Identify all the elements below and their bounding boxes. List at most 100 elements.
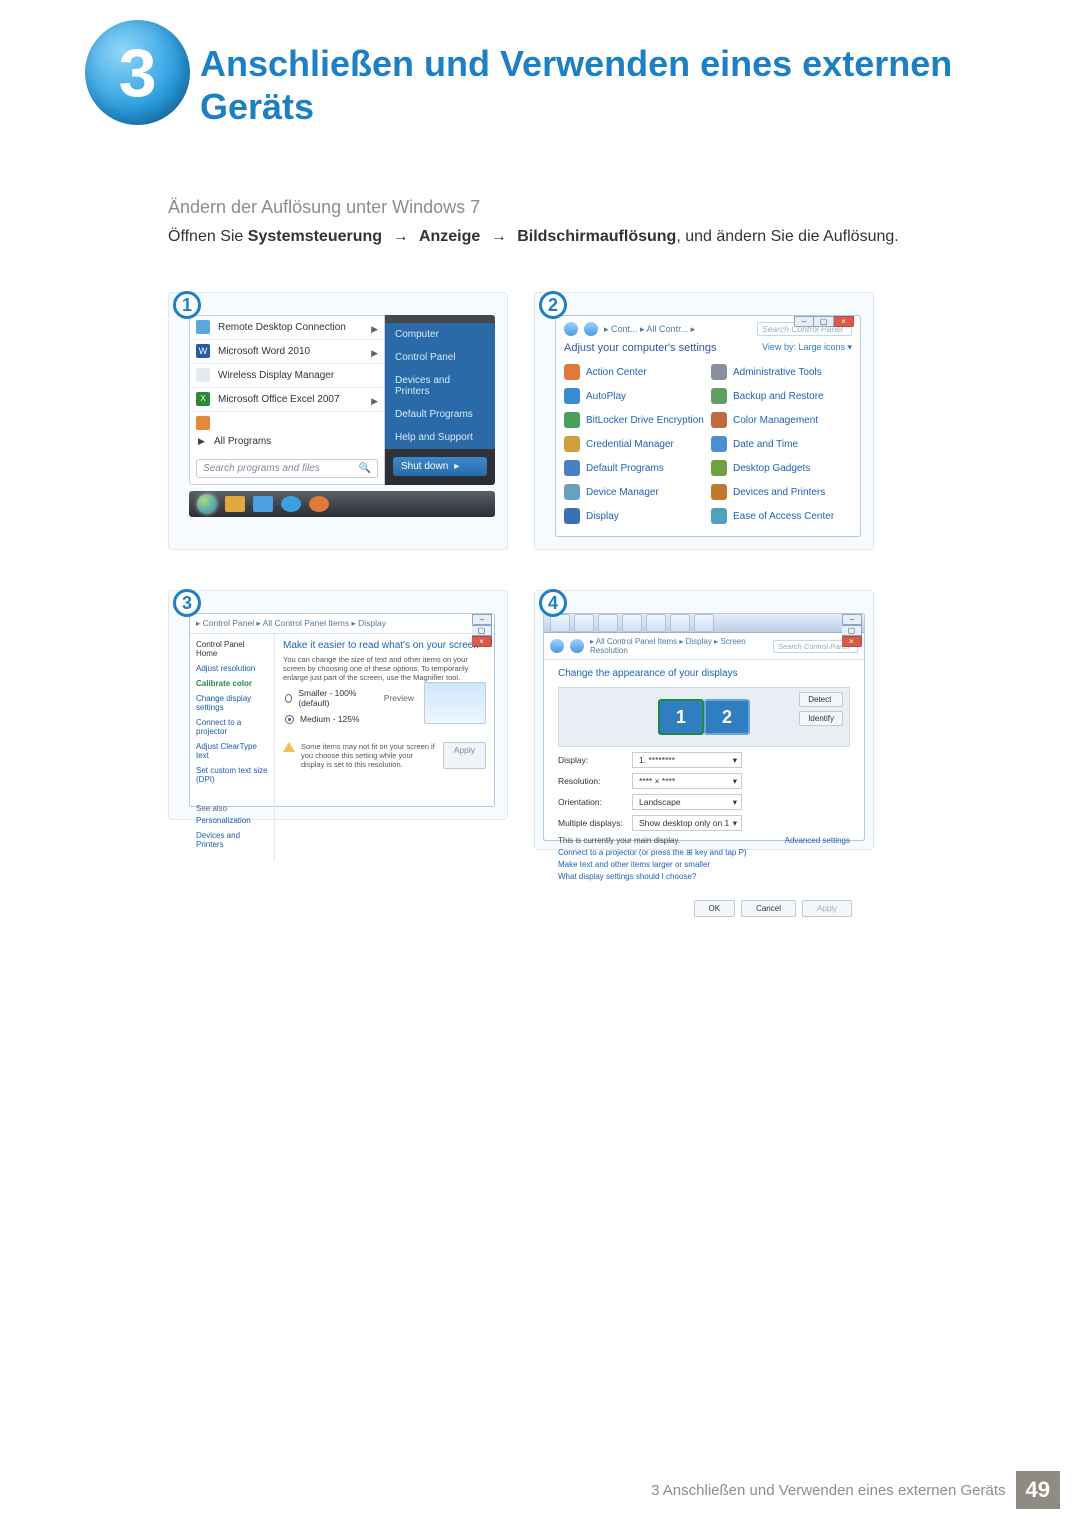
cp-item-label: Ease of Access Center: [733, 511, 834, 522]
cp-item[interactable]: Date and Time: [711, 434, 852, 454]
start-search-input[interactable]: Search programs and files 🔍: [196, 459, 378, 478]
all-programs[interactable]: All Programs: [190, 430, 384, 453]
radio-medium[interactable]: Medium - 125%: [285, 714, 414, 724]
toolbar-button[interactable]: [598, 614, 618, 632]
toolbar-button[interactable]: [646, 614, 666, 632]
apply-button[interactable]: Apply: [443, 742, 486, 769]
cp-home-link[interactable]: Control Panel Home: [196, 640, 268, 658]
advanced-settings-link[interactable]: Advanced settings: [785, 836, 850, 845]
cp-item[interactable]: Color Management: [711, 410, 852, 430]
cp-item[interactable]: AutoPlay: [564, 386, 705, 406]
cp-item[interactable]: Credential Manager: [564, 434, 705, 454]
toolbar-button[interactable]: [622, 614, 642, 632]
taskbar-ie-round-icon[interactable]: [281, 496, 301, 512]
start-right-item[interactable]: Devices and Printers: [385, 369, 495, 403]
display-select[interactable]: 1. ********: [632, 752, 742, 768]
close-button[interactable]: ×: [842, 636, 862, 647]
start-menu-item[interactable]: WMicrosoft Word 2010▶: [190, 340, 384, 364]
start-orb-icon[interactable]: [197, 494, 217, 514]
taskbar-explorer-icon[interactable]: [225, 496, 245, 512]
close-button[interactable]: ×: [472, 636, 492, 647]
maximize-button[interactable]: ▢: [472, 625, 492, 636]
see-also-link[interactable]: Devices and Printers: [196, 831, 268, 849]
cp-item-label: Credential Manager: [586, 439, 674, 450]
detect-button[interactable]: Detect: [799, 692, 843, 707]
taskbar-ie-icon[interactable]: [253, 496, 273, 512]
shutdown-button[interactable]: Shut down▸: [393, 457, 487, 476]
forward-button-icon[interactable]: [570, 639, 584, 653]
side-link[interactable]: Adjust resolution: [196, 664, 268, 673]
back-button-icon[interactable]: [550, 639, 564, 653]
start-menu-item[interactable]: X Microsoft Office Excel 2007 ▶: [190, 388, 384, 412]
minimize-button[interactable]: –: [842, 614, 862, 625]
instruction-step1: Systemsteuerung: [248, 228, 382, 245]
help-link[interactable]: What display settings should I choose?: [558, 872, 850, 881]
breadcrumb[interactable]: ▸ Control Panel ▸ All Control Panel Item…: [196, 618, 386, 628]
chapter-title: Anschließen und Verwenden eines externen…: [200, 42, 1020, 128]
start-right-item[interactable]: Default Programs: [385, 403, 495, 426]
cp-item[interactable]: Default Programs: [564, 458, 705, 478]
close-button[interactable]: ×: [834, 316, 854, 327]
forward-button-icon[interactable]: [584, 322, 598, 336]
monitor-2-icon[interactable]: 2: [704, 699, 750, 735]
apply-button[interactable]: Apply: [802, 900, 852, 917]
start-menu-item-label: Wireless Display Manager: [218, 370, 334, 381]
toolbar-button[interactable]: [670, 614, 690, 632]
monitor-arrangement[interactable]: 1 2 Detect Identify: [558, 687, 850, 747]
display-title: Make it easier to read what's on your sc…: [283, 640, 486, 651]
instruction-text: Öffnen Sie Systemsteuerung → Anzeige → B…: [168, 226, 1000, 248]
multiple-select[interactable]: Show desktop only on 1: [632, 815, 742, 831]
breadcrumb[interactable]: ▸ Cont... ▸ All Contr... ▸: [604, 324, 751, 335]
text-size-link[interactable]: Make text and other items larger or smal…: [558, 860, 850, 869]
projector-link[interactable]: Connect to a projector (or press the ⊞ k…: [558, 848, 850, 857]
submenu-arrow-icon: ▶: [371, 396, 378, 407]
radio-icon: [285, 715, 294, 724]
identify-button[interactable]: Identify: [799, 711, 843, 726]
maximize-button[interactable]: ▢: [814, 316, 834, 327]
start-menu-item[interactable]: Remote Desktop Connection▶: [190, 316, 384, 340]
cp-item-icon: [564, 460, 580, 476]
minimize-button[interactable]: –: [794, 316, 814, 327]
side-link[interactable]: Set custom text size (DPI): [196, 766, 268, 784]
step-badge-3: 3: [173, 589, 201, 617]
orientation-label: Orientation:: [558, 797, 624, 807]
view-by-selector[interactable]: View by: Large icons ▾: [762, 342, 852, 353]
back-button-icon[interactable]: [564, 322, 578, 336]
taskbar-wmp-icon[interactable]: [309, 496, 329, 512]
cp-item[interactable]: Desktop Gadgets: [711, 458, 852, 478]
cp-item[interactable]: Action Center: [564, 362, 705, 382]
cp-item[interactable]: Devices and Printers: [711, 482, 852, 502]
start-right-item[interactable]: Computer: [385, 323, 495, 346]
side-link[interactable]: Adjust ClearType text: [196, 742, 268, 760]
cp-item-icon: [711, 436, 727, 452]
cp-item[interactable]: Administrative Tools: [711, 362, 852, 382]
cp-item[interactable]: Ease of Access Center: [711, 506, 852, 526]
cp-item[interactable]: Device Manager: [564, 482, 705, 502]
start-right-item[interactable]: Control Panel: [385, 346, 495, 369]
maximize-button[interactable]: ▢: [842, 625, 862, 636]
start-menu-item-label: Microsoft Office Excel 2007: [218, 394, 340, 405]
taskbar: [189, 491, 495, 517]
resolution-select[interactable]: **** × ****: [632, 773, 742, 789]
start-menu-item[interactable]: Wireless Display Manager: [190, 364, 384, 388]
ok-button[interactable]: OK: [694, 900, 736, 917]
orientation-select[interactable]: Landscape: [632, 794, 742, 810]
toolbar-button[interactable]: [694, 614, 714, 632]
minimize-button[interactable]: –: [472, 614, 492, 625]
side-link[interactable]: Calibrate color: [196, 679, 268, 688]
see-also-link[interactable]: Personalization: [196, 816, 268, 825]
toolbar-button[interactable]: [574, 614, 594, 632]
side-link[interactable]: Change display settings: [196, 694, 268, 712]
cp-item[interactable]: Display: [564, 506, 705, 526]
cp-item-icon: [564, 508, 580, 524]
cp-item[interactable]: Backup and Restore: [711, 386, 852, 406]
start-right-item[interactable]: Help and Support: [385, 426, 495, 449]
radio-smaller[interactable]: Smaller - 100% (default)Preview: [285, 688, 414, 708]
excel-icon: X: [196, 392, 210, 406]
cp-item[interactable]: BitLocker Drive Encryption: [564, 410, 705, 430]
cancel-button[interactable]: Cancel: [741, 900, 796, 917]
breadcrumb[interactable]: ▸ All Control Panel Items ▸ Display ▸ Sc…: [590, 637, 767, 655]
monitor-1-icon[interactable]: 1: [658, 699, 704, 735]
side-link[interactable]: Connect to a projector: [196, 718, 268, 736]
wdm-icon: [196, 368, 210, 382]
